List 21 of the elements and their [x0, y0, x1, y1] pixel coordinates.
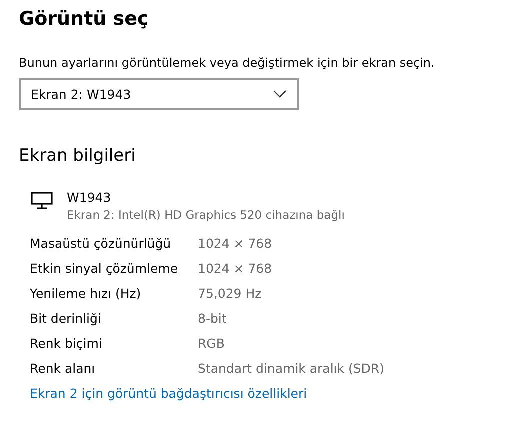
property-label: Bit derinliği [30, 310, 102, 328]
adapter-properties-link[interactable]: Ekran 2 için görüntü bağdaştırıcısı özellikleri [30, 386, 308, 401]
property-value: 1024 × 768 [198, 260, 272, 278]
monitor-name: W1943 [67, 190, 112, 205]
monitor-subtitle: Ekran 2: Intel(R) HD Graphics 520 cihazına bağlı [67, 208, 345, 222]
property-value: 1024 × 768 [198, 235, 272, 253]
property-label: Etkin sinyal çözümleme [30, 260, 178, 278]
description-text: Bunun ayarlarını görüntülemek veya değiştirmek için bir ekran seçin. [19, 56, 435, 70]
display-dropdown[interactable]: Ekran 2: W1943 [19, 78, 299, 110]
property-label: Renk biçimi [30, 335, 102, 353]
property-value: 8-bit [198, 310, 227, 328]
property-value: Standart dinamik aralık (SDR) [198, 360, 384, 378]
monitor-icon [31, 192, 53, 210]
property-label: Yenileme hızı (Hz) [30, 285, 142, 303]
property-label: Masaüstü çözünürlüğü [30, 235, 172, 253]
chevron-down-icon [273, 90, 287, 98]
section-heading: Ekran bilgileri [19, 146, 136, 166]
property-value: 75,029 Hz [198, 285, 262, 303]
property-value: RGB [198, 335, 225, 353]
page-title: Görüntü seç [19, 8, 149, 30]
property-label: Renk alanı [30, 360, 96, 378]
